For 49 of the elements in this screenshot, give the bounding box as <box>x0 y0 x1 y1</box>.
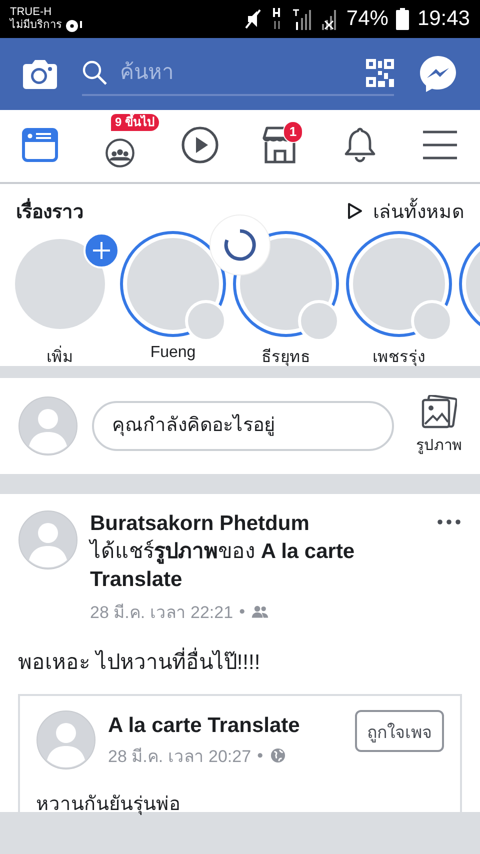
post-header-text: Buratsakorn Phetdum ได้แชร์รูปภาพของ A la carte Translate <box>90 511 356 593</box>
globe-icon <box>269 748 288 763</box>
profile-avatar <box>18 510 78 570</box>
separator-dot: • <box>239 602 246 622</box>
play-icon[interactable] <box>181 126 219 164</box>
page-avatar <box>36 710 96 770</box>
profile-avatar <box>18 396 78 456</box>
story-name: เพชรรุ่ง <box>372 348 426 366</box>
signal-icon <box>292 8 312 30</box>
menu-icon[interactable] <box>423 130 457 160</box>
news-feed-icon[interactable] <box>22 128 58 162</box>
notification-badge: 1 <box>283 121 303 143</box>
photos-icon <box>421 395 457 429</box>
notification-badge: 9 ขึ้นไป <box>110 113 160 132</box>
loading-spinner-icon <box>209 214 271 276</box>
post-text: พอเหอะ ไปหวานที่อื่นไป๊!!!! <box>18 645 462 678</box>
story-name: เพิ่ม <box>46 344 74 366</box>
status-input-field[interactable]: คุณกำลังคิดอะไรอยู่ <box>92 401 394 451</box>
battery-percent: 74% <box>346 7 388 31</box>
battery-icon <box>396 8 410 30</box>
like-page-button[interactable]: ถูกใจเพจ <box>355 710 444 752</box>
section-title: เรื่องราว <box>16 196 84 226</box>
add-icon[interactable] <box>83 232 120 269</box>
more-options-icon[interactable] <box>436 518 462 526</box>
post-time: 28 มี.ค. เวลา 22:21 <box>90 602 234 624</box>
disc-icon <box>65 18 83 32</box>
camera-icon[interactable] <box>22 58 58 90</box>
clock: 19:43 <box>417 7 470 31</box>
photo-button[interactable]: รูปภาพ <box>408 395 462 457</box>
search-field[interactable]: ค้นหา <box>118 60 356 86</box>
post-time: 28 มี.ค. เวลา 20:27 <box>108 746 252 768</box>
carrier-name: TRUE-H <box>10 6 53 18</box>
friends-icon <box>251 604 270 619</box>
story-name: ธีรยุทธ <box>262 347 310 366</box>
service-status: ไม่มีบริการ <box>10 19 62 32</box>
shared-post-text: หวานกันยันรุ่นพ่อ <box>36 793 181 817</box>
groups-icon[interactable] <box>104 138 136 168</box>
no-signal-icon <box>320 8 338 30</box>
qr-code-icon[interactable] <box>366 59 394 87</box>
play-all-link[interactable]: เล่นทั้งหมด <box>347 196 464 226</box>
search-icon <box>82 60 108 86</box>
messenger-icon[interactable] <box>418 54 458 94</box>
story-name: Fueng <box>150 344 196 362</box>
play-icon <box>347 202 363 220</box>
bell-icon[interactable] <box>343 126 377 164</box>
shop-icon[interactable] <box>262 126 298 164</box>
mute-icon <box>244 8 262 30</box>
page-name: A la carte Translate <box>108 714 301 738</box>
separator-dot: • <box>257 746 264 766</box>
